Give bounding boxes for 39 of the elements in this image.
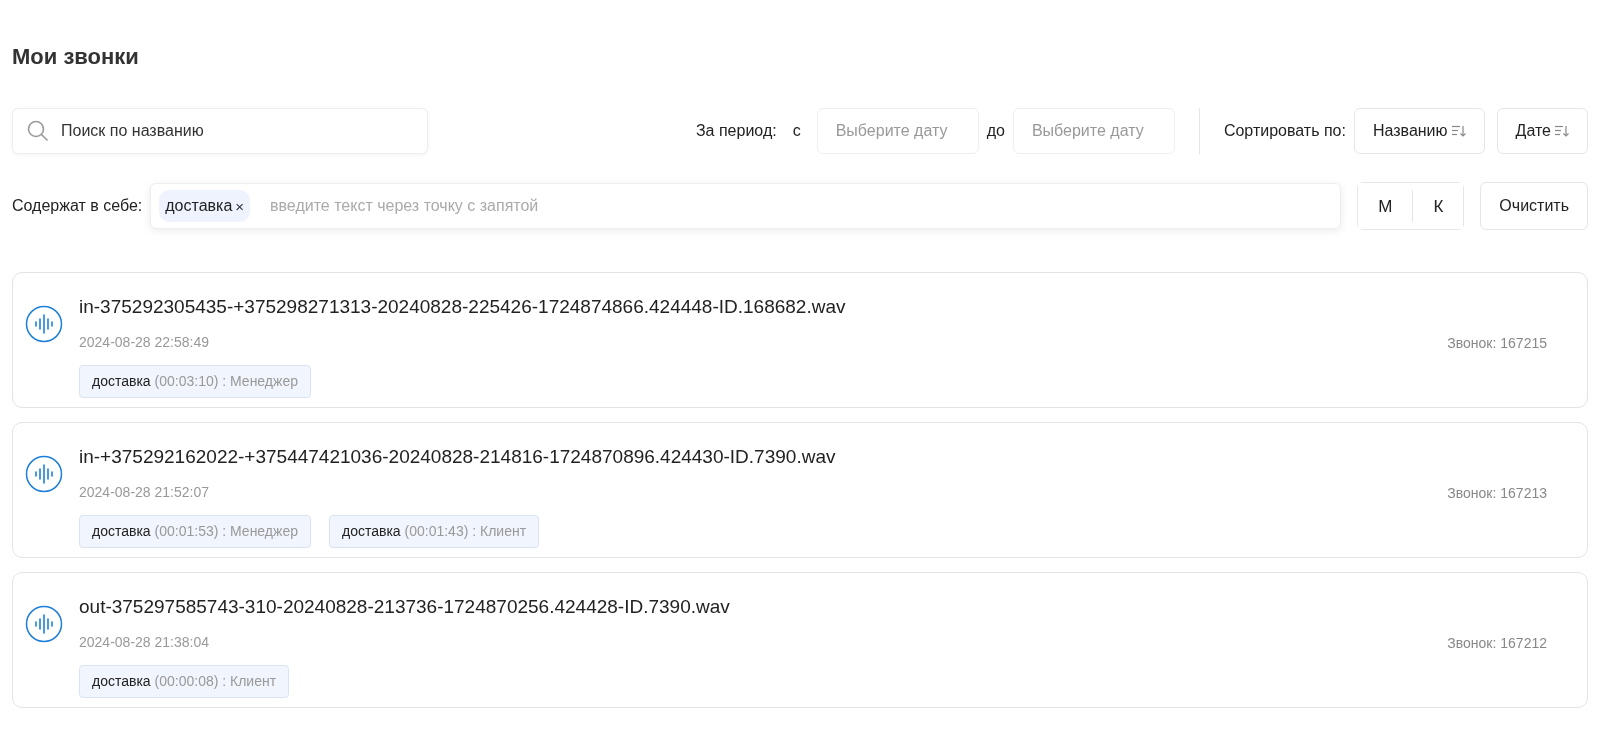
call-date: 2024-08-28 21:52:07 (79, 482, 210, 502)
file-name: in-+375292162022-+375447421036-20240828-214816-1724870896.424430-ID.7390.wav (79, 445, 836, 470)
page-title: Мои звонки (12, 44, 140, 71)
audio-wave-icon (25, 605, 63, 644)
sort-icon (1555, 125, 1569, 138)
call-date: 2024-08-28 22:58:49 (79, 332, 210, 352)
audio-wave-icon (25, 305, 63, 344)
chip-label: доставка (165, 196, 233, 217)
call-number: Звонок: 167213 (1447, 484, 1547, 504)
call-number: Звонок: 167212 (1447, 634, 1547, 654)
date-from-field[interactable]: Выберите дату (816, 108, 979, 155)
keyword-tag: доставка (00:01:43) : Клиент (328, 514, 540, 548)
date-to-field[interactable]: Выберите дату (1012, 108, 1175, 155)
clear-button[interactable]: Очистить (1480, 182, 1588, 231)
keyword-tag: доставка (00:00:08) : Клиент (79, 664, 290, 698)
sort-button[interactable]: Названию (1353, 108, 1485, 155)
call-number: Звонок: 167215 (1447, 334, 1547, 354)
search-icon (27, 120, 49, 143)
search-field[interactable]: Поиск по названию (59, 118, 413, 145)
chip-remove-button[interactable]: × (235, 198, 245, 214)
sort-icon (1451, 125, 1466, 138)
keyword-input[interactable]: введите текст через точку с запятой (268, 193, 1333, 220)
to-label: до (986, 121, 1005, 142)
call-card[interactable]: out-375297585743-310-20240828-213736-1724870256.424428-ID.7390.wav 2024-08-28 21:38:04 доставка (00:00:08) : Клиент Звонок: 167212 (12, 572, 1588, 709)
keyword-tag: доставка (00:01:53) : Менеджер (79, 514, 311, 548)
call-date: 2024-08-28 21:38:04 (79, 632, 210, 652)
keyword-bar[interactable]: доставка × введите текст через точку с запятой (150, 183, 1342, 230)
sort-button[interactable]: Дате (1496, 108, 1588, 155)
search-bar[interactable]: Поиск по названию (12, 108, 428, 155)
from-label: с (792, 121, 801, 142)
call-card[interactable]: in-+375292162022-+375447421036-20240828-214816-1724870896.424430-ID.7390.wav 2024-08-28 21:52:07 доставка (00:01:53) : Менеджер доставка (00:01:43) : Клиент Звонок: 167213 (12, 422, 1588, 559)
audio-wave-icon (25, 455, 63, 494)
contains-label: Содержат в себе: (12, 196, 143, 217)
file-name: in-375292305435-+375298271313-20240828-225426-1724874866.424448-ID.168682.wav (79, 295, 846, 320)
call-card[interactable]: in-375292305435-+375298271313-20240828-225426-1724874866.424448-ID.168682.wav 2024-08-28 22:58:49 доставка (00:03:10) : Менеджер Звонок: 167215 (12, 272, 1588, 409)
keyword-tag: доставка (00:03:10) : Менеджер (79, 364, 311, 398)
period-label: За период: (695, 121, 777, 142)
sort-label: Сортировать по: (1223, 121, 1346, 142)
file-name: out-375297585743-310-20240828-213736-1724870256.424428-ID.7390.wav (79, 595, 730, 620)
